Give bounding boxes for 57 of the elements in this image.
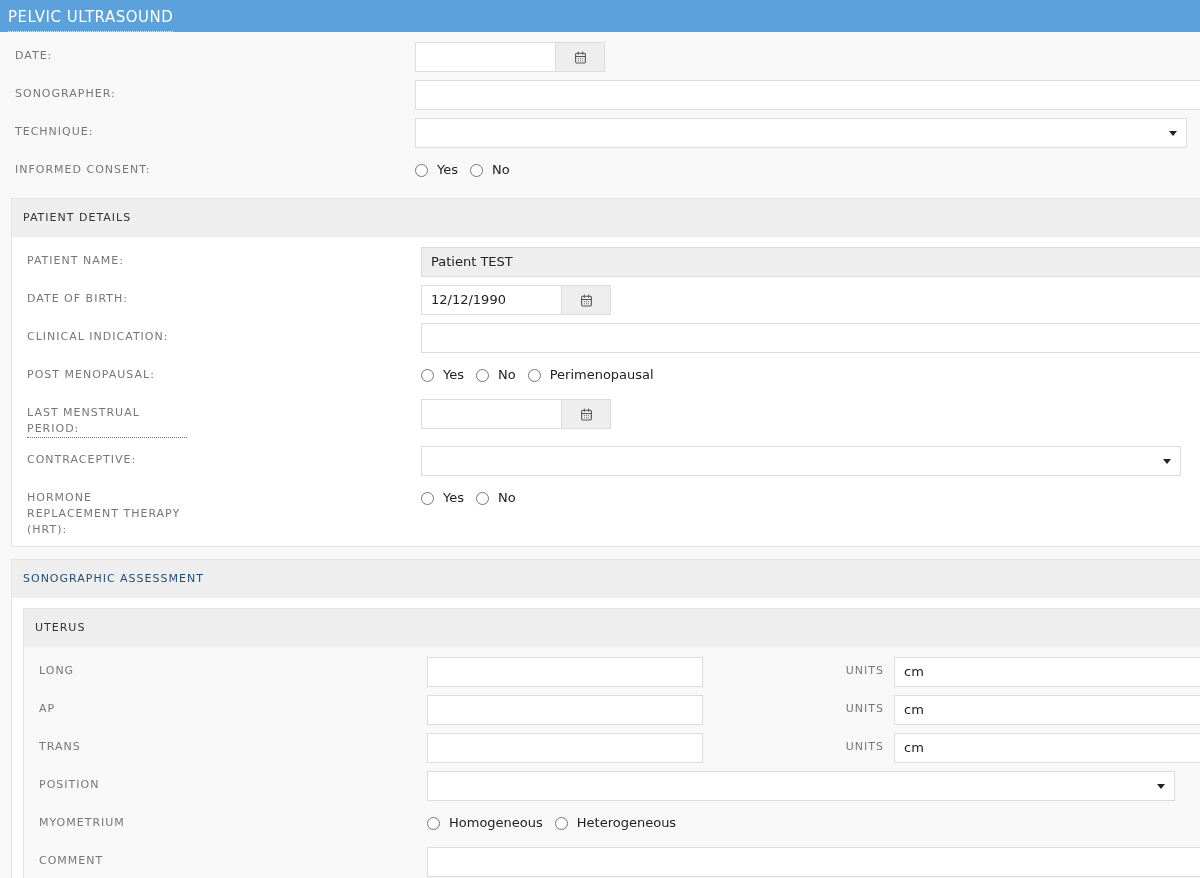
select-field[interactable] <box>421 446 1181 476</box>
select-field[interactable]: cm <box>894 657 1200 687</box>
select-field[interactable] <box>427 771 1175 801</box>
date-field[interactable]: 12/12/1990 <box>421 285 562 315</box>
page-title: PELVIC ULTRASOUND <box>8 6 174 32</box>
select-field[interactable] <box>415 118 1187 148</box>
caret-icon <box>1163 458 1171 464</box>
field-label: POSITION <box>39 777 100 793</box>
date-field[interactable] <box>415 42 556 72</box>
field-label: TRANS <box>39 739 81 755</box>
units-label: UNITS <box>845 701 884 717</box>
text-field[interactable] <box>427 657 703 687</box>
field-label: MYOMETRIUM <box>39 815 125 831</box>
caret-icon <box>1157 783 1165 789</box>
calendar-icon <box>579 293 593 307</box>
field-label: COMMENT <box>39 853 104 869</box>
field-label: HORMONE REPLACEMENT THERAPY (HRT): <box>27 490 182 538</box>
text-field[interactable] <box>427 847 1200 877</box>
field-label: LONG <box>39 663 75 679</box>
field-label: INFORMED CONSENT: <box>15 162 151 178</box>
text-field[interactable] <box>427 695 703 725</box>
units-label: UNITS <box>845 739 884 755</box>
text-field[interactable] <box>421 323 1200 353</box>
field-label: CONTRACEPTIVE: <box>27 452 137 468</box>
radio-option[interactable]: No <box>476 488 516 508</box>
field-label: CLINICAL INDICATION: <box>27 329 169 345</box>
panel-header: UTERUS <box>24 609 1200 647</box>
radio-option[interactable]: No <box>470 160 510 180</box>
select-field[interactable]: cm <box>894 695 1200 725</box>
date-field[interactable] <box>421 399 562 429</box>
radio-option[interactable]: Homogeneous <box>427 813 543 833</box>
field-label: TECHNIQUE: <box>15 124 94 140</box>
radio-option[interactable]: No <box>476 365 516 385</box>
panel-header: SONOGRAPHIC ASSESSMENT <box>12 560 1200 598</box>
select-field[interactable]: cm <box>894 733 1200 763</box>
field-label: SONOGRAPHER: <box>15 86 116 102</box>
calendar-icon <box>579 407 593 421</box>
calendar-button[interactable] <box>562 399 611 429</box>
field-label: LAST MENSTRUAL PERIOD: <box>27 405 187 438</box>
radio-option[interactable]: Perimenopausal <box>527 365 654 385</box>
field-label: DATE: <box>15 48 53 64</box>
caret-icon <box>1169 130 1177 136</box>
radio-option[interactable]: Yes <box>415 160 458 180</box>
panel-header: PATIENT DETAILS <box>12 199 1200 237</box>
calendar-button[interactable] <box>562 285 611 315</box>
calendar-icon <box>573 50 587 64</box>
field-label: DATE OF BIRTH: <box>27 291 128 307</box>
calendar-button[interactable] <box>556 42 605 72</box>
text-field[interactable] <box>415 80 1200 110</box>
radio-option[interactable]: Yes <box>421 488 464 508</box>
units-label: UNITS <box>845 663 884 679</box>
radio-option[interactable]: Yes <box>421 365 464 385</box>
field-label: AP <box>39 701 56 717</box>
text-field[interactable] <box>427 733 703 763</box>
field-label: PATIENT NAME: <box>27 253 124 269</box>
field-label: POST MENOPAUSAL: <box>27 367 155 383</box>
radio-option[interactable]: Heterogeneous <box>554 813 677 833</box>
